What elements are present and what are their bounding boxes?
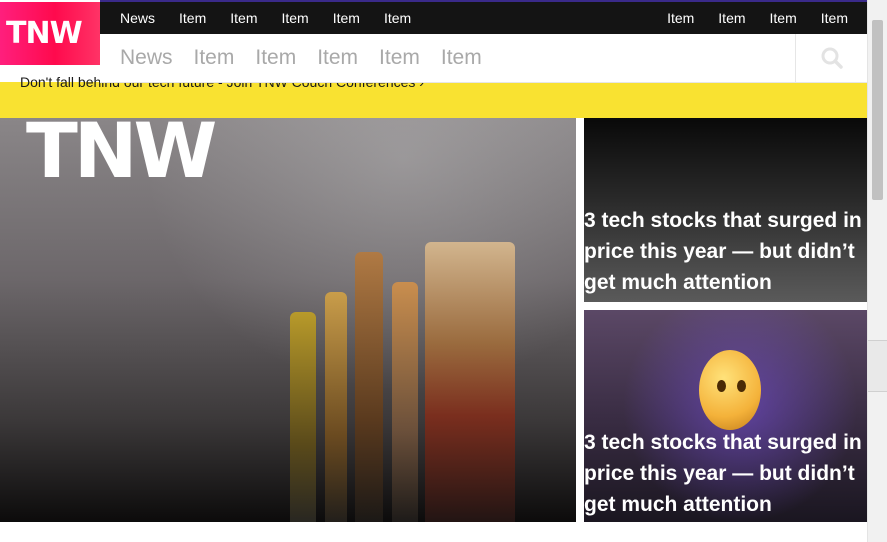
top-nav-item[interactable]: Item — [179, 10, 206, 26]
brush-illustration — [325, 292, 347, 522]
top-nav-item[interactable]: Item — [333, 10, 360, 26]
section-nav-items: News Item Item Item Item Item — [120, 34, 503, 82]
article-title[interactable]: 3 tech stocks that surged in price this … — [584, 427, 868, 520]
site-logo[interactable]: TNW — [0, 2, 100, 65]
vertical-scrollbar[interactable] — [867, 0, 887, 542]
promo-banner[interactable]: Don't fall behind our tech future - Join… — [0, 74, 868, 118]
top-nav-left: News Item Item Item Item Item — [120, 2, 435, 34]
top-nav-right-item[interactable]: Item — [667, 10, 694, 26]
thinking-emoji-illustration — [699, 350, 761, 430]
article-title[interactable]: 3 tech stocks that surged in price this … — [584, 205, 868, 298]
brush-illustration — [425, 242, 515, 522]
section-navigation: News Item Item Item Item Item — [100, 34, 868, 83]
article-card[interactable]: 3 tech stocks that surged in price this … — [584, 310, 868, 522]
brush-illustration — [392, 282, 418, 522]
brush-illustration — [355, 252, 383, 522]
search-button[interactable] — [795, 34, 868, 82]
top-navigation: News Item Item Item Item Item Item Item … — [100, 2, 868, 34]
emoji-eye — [717, 380, 726, 392]
top-nav-right-item[interactable]: Item — [718, 10, 745, 26]
search-icon — [821, 47, 843, 69]
section-nav-item[interactable]: Item — [194, 46, 235, 70]
top-nav-item[interactable]: Item — [281, 10, 308, 26]
section-nav-item[interactable]: Item — [379, 46, 420, 70]
top-nav-item[interactable]: Item — [230, 10, 257, 26]
top-nav-right-item[interactable]: Item — [821, 10, 848, 26]
top-nav-item-news[interactable]: News — [120, 10, 155, 26]
article-card[interactable]: 3 tech stocks that surged in price this … — [584, 118, 868, 302]
top-nav-item[interactable]: Item — [384, 10, 411, 26]
section-nav-item-news[interactable]: News — [120, 46, 173, 70]
logo-text: TNW — [6, 16, 83, 51]
brush-illustration — [290, 312, 316, 522]
emoji-eye — [737, 380, 746, 392]
scrollbar-track-segment — [868, 340, 887, 392]
hero-logo: TNW — [26, 118, 217, 195]
top-nav-right: Item Item Item Item — [643, 2, 848, 34]
section-nav-item[interactable]: Item — [441, 46, 482, 70]
scrollbar-thumb[interactable] — [872, 20, 883, 200]
top-nav-right-item[interactable]: Item — [770, 10, 797, 26]
hero-article-image[interactable]: TNW — [0, 118, 576, 522]
section-nav-item[interactable]: Item — [317, 46, 358, 70]
section-nav-item[interactable]: Item — [255, 46, 296, 70]
